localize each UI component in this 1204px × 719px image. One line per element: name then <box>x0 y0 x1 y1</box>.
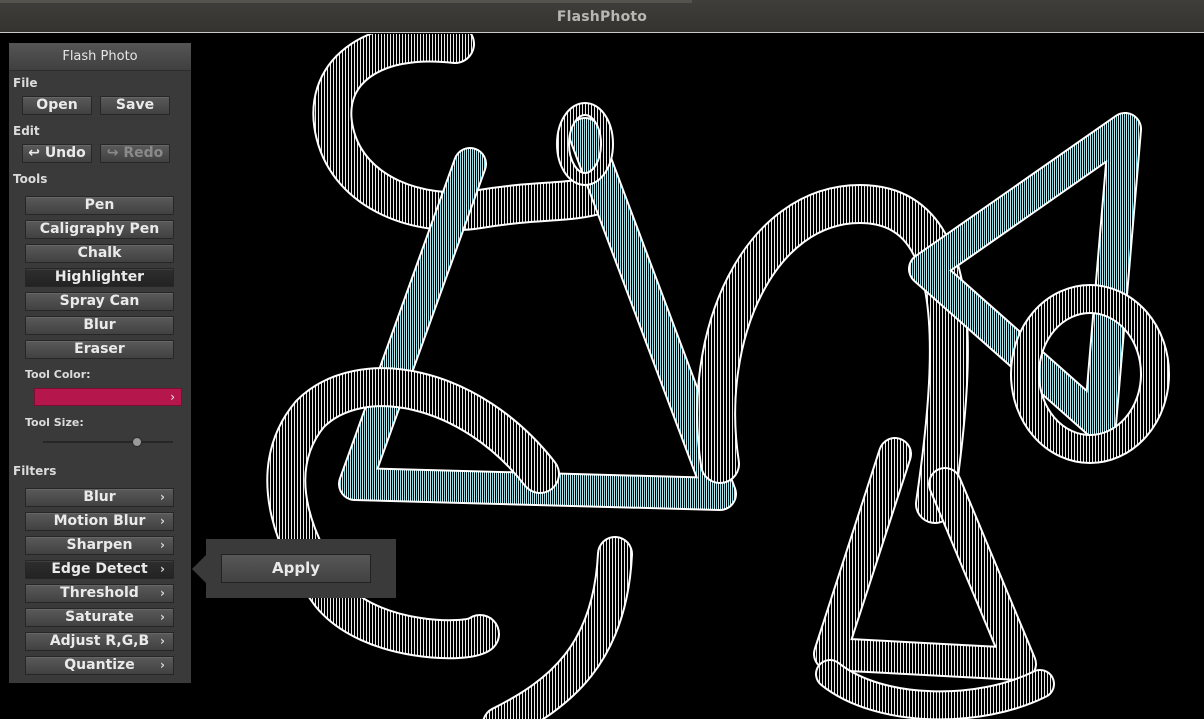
chevron-right-icon: › <box>160 658 165 672</box>
filters-section-label: Filters <box>13 464 57 478</box>
edit-section-label: Edit <box>13 124 40 138</box>
filter-sharpen-button[interactable]: Sharpen › <box>25 536 174 555</box>
titlebar-accent <box>0 0 692 3</box>
filter-label: Adjust R,G,B <box>49 633 150 649</box>
redo-button[interactable]: ↪ Redo <box>100 144 170 163</box>
chevron-right-icon: › <box>160 610 165 624</box>
tool-size-slider-handle[interactable] <box>131 437 142 447</box>
tool-color-label: Tool Color: <box>25 368 91 381</box>
tool-pen-button[interactable]: Pen <box>25 196 174 215</box>
window-titlebar: FlashPhoto <box>0 0 1204 33</box>
filter-label: Quantize <box>64 657 135 673</box>
redo-icon: ↪ <box>106 145 119 161</box>
chevron-right-icon: › <box>160 538 165 552</box>
tool-chalk-button[interactable]: Chalk <box>25 244 174 263</box>
window-title: FlashPhoto <box>556 9 648 25</box>
filter-label: Motion Blur <box>53 513 146 529</box>
panel-title: Flash Photo <box>9 43 191 71</box>
chevron-right-icon: › <box>160 634 165 648</box>
filter-edge-detect-button[interactable]: Edge Detect › <box>25 560 174 579</box>
filter-label: Blur <box>83 489 116 505</box>
apply-button[interactable]: Apply <box>221 554 371 583</box>
edge-loop-center <box>696 184 969 524</box>
filter-label: Edge Detect <box>51 561 148 577</box>
filter-quantize-button[interactable]: Quantize › <box>25 656 174 675</box>
file-section-label: File <box>13 76 38 90</box>
filter-motion-blur-button[interactable]: Motion Blur › <box>25 512 174 531</box>
filter-threshold-button[interactable]: Threshold › <box>25 584 174 603</box>
filter-label: Saturate <box>65 609 134 625</box>
filter-blur-button[interactable]: Blur › <box>25 488 174 507</box>
tool-size-label: Tool Size: <box>25 416 84 429</box>
filter-label: Threshold <box>60 585 139 601</box>
filter-adjust-rgb-button[interactable]: Adjust R,G,B › <box>25 632 174 651</box>
chevron-right-icon: › <box>160 562 165 576</box>
filter-options-popup: Apply <box>192 539 396 598</box>
open-button[interactable]: Open <box>22 96 92 115</box>
chevron-right-icon: › <box>160 514 165 528</box>
filter-saturate-button[interactable]: Saturate › <box>25 608 174 627</box>
edge-curve-bottom-s <box>266 367 560 660</box>
undo-button[interactable]: ↩ Undo <box>22 144 92 163</box>
tool-spray-can-button[interactable]: Spray Can <box>25 292 174 311</box>
tool-color-picker[interactable]: › <box>34 388 182 406</box>
popup-pointer <box>192 555 206 583</box>
chevron-right-icon: › <box>170 390 175 404</box>
filter-label: Sharpen <box>66 537 133 553</box>
chevron-right-icon: › <box>160 586 165 600</box>
tools-section-label: Tools <box>13 172 48 186</box>
tool-blur-button[interactable]: Blur <box>25 316 174 335</box>
tool-eraser-button[interactable]: Eraser <box>25 340 174 359</box>
edge-triangle-bottom <box>813 437 1055 719</box>
undo-label: Undo <box>44 145 86 161</box>
redo-label: Redo <box>123 145 164 161</box>
undo-icon: ↩ <box>28 145 40 161</box>
tool-highlighter-button[interactable]: Highlighter <box>25 268 174 287</box>
tool-size-slider[interactable] <box>43 441 173 443</box>
edge-curve-bottom-tail <box>482 536 633 719</box>
save-button[interactable]: Save <box>100 96 170 115</box>
tool-panel: Flash Photo File Open Save Edit ↩ Undo ↪… <box>9 43 191 683</box>
tool-caligraphy-pen-button[interactable]: Caligraphy Pen <box>25 220 174 239</box>
chevron-right-icon: › <box>160 490 165 504</box>
